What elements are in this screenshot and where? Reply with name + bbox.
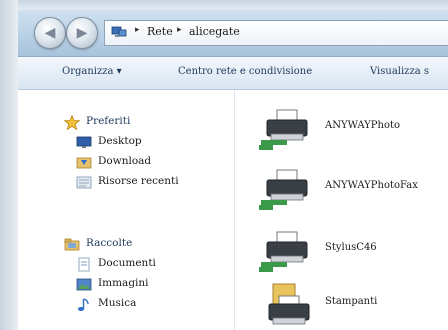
back-button[interactable]: ◀ bbox=[34, 17, 66, 49]
forward-arrow-icon: ▶ bbox=[76, 25, 88, 41]
nav-item-label: Download bbox=[98, 155, 152, 167]
network-printer-icon bbox=[259, 109, 308, 150]
documents-icon bbox=[78, 257, 90, 272]
printer-item-stylusc46[interactable]: StylusC46 bbox=[255, 228, 445, 274]
item-label: Stampanti bbox=[325, 296, 378, 307]
music-note-icon bbox=[78, 298, 89, 311]
organize-menu-button[interactable]: Organizza ▾ bbox=[62, 66, 122, 77]
nav-item-label: Documenti bbox=[98, 257, 156, 269]
content-pane: ANYWAYPhoto ANYWAYPhotoFax StylusC46 Sta… bbox=[235, 90, 448, 330]
nav-favorites[interactable]: Preferiti bbox=[64, 114, 214, 132]
network-center-button[interactable]: Centro rete e condivisione bbox=[178, 66, 312, 77]
breadcrumb-separator: ▸ bbox=[135, 25, 140, 35]
download-folder-icon bbox=[76, 157, 92, 169]
nav-libraries-label: Raccolte bbox=[86, 237, 133, 249]
desktop-icon bbox=[76, 136, 92, 148]
nav-libraries[interactable]: Raccolte bbox=[64, 236, 214, 254]
breadcrumb-separator: ▸ bbox=[177, 25, 182, 35]
nav-item-label: Immagini bbox=[98, 277, 149, 289]
window-frame-top bbox=[0, 0, 448, 10]
libraries-icon bbox=[64, 238, 80, 251]
network-icon bbox=[111, 26, 127, 37]
network-printer-icon bbox=[259, 231, 308, 272]
nav-item-recent[interactable]: Risorse recenti bbox=[76, 174, 226, 192]
nav-item-label: Risorse recenti bbox=[98, 175, 179, 187]
window-frame-left bbox=[0, 0, 18, 330]
item-label: ANYWAYPhoto bbox=[325, 120, 400, 131]
forward-button[interactable]: ▶ bbox=[66, 17, 98, 49]
nav-favorites-label: Preferiti bbox=[86, 115, 131, 127]
recent-places-icon bbox=[76, 176, 92, 189]
nav-item-desktop[interactable]: Desktop bbox=[76, 134, 226, 152]
item-label: ANYWAYPhotoFax bbox=[325, 180, 418, 191]
nav-item-music[interactable]: Musica bbox=[76, 296, 226, 314]
printer-item-anywayphoto[interactable]: ANYWAYPhoto bbox=[255, 106, 445, 152]
folder-item-stampanti[interactable]: Stampanti bbox=[255, 282, 445, 328]
printer-item-anywayphotofax[interactable]: ANYWAYPhotoFax bbox=[255, 166, 445, 212]
pictures-icon bbox=[76, 278, 92, 291]
address-box[interactable]: ▸ Rete ▸ alicegate bbox=[104, 20, 448, 46]
view-button[interactable]: Visualizza s bbox=[370, 66, 429, 77]
network-printer-icon bbox=[259, 169, 308, 210]
nav-item-download[interactable]: Download bbox=[76, 154, 226, 172]
breadcrumb-rete[interactable]: Rete bbox=[147, 25, 173, 38]
star-icon bbox=[64, 115, 80, 130]
nav-item-pictures[interactable]: Immagini bbox=[76, 276, 226, 294]
item-label: StylusC46 bbox=[325, 242, 377, 253]
breadcrumb-alicegate[interactable]: alicegate bbox=[189, 25, 240, 38]
nav-item-label: Musica bbox=[98, 297, 137, 309]
explorer-window: ◀ ▶ ▸ Rete ▸ alicegate Organizza ▾ Centr… bbox=[0, 0, 448, 330]
command-bar: Organizza ▾ Centro rete e condivisione V… bbox=[18, 57, 448, 90]
back-arrow-icon: ◀ bbox=[44, 25, 56, 41]
navigation-pane: Preferiti Desktop Download Risorse recen… bbox=[18, 90, 235, 330]
printer-folder-icon bbox=[268, 283, 310, 325]
nav-item-documents[interactable]: Documenti bbox=[76, 256, 226, 274]
address-bar-row: ◀ ▶ ▸ Rete ▸ alicegate bbox=[18, 10, 448, 57]
nav-item-label: Desktop bbox=[98, 135, 142, 147]
